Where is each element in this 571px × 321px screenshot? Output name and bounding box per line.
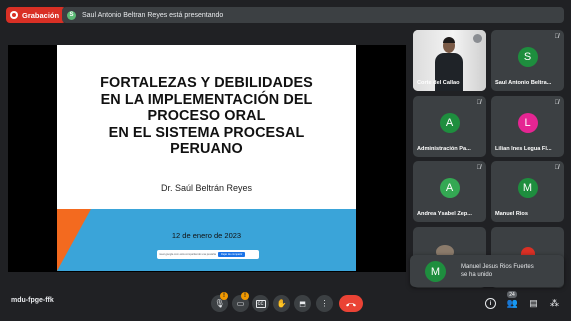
mic-toggle-button[interactable]: 🎙 ! (211, 292, 228, 312)
meeting-code[interactable]: mdu-fpge-ffk (11, 297, 54, 304)
participant-count: 24 (507, 291, 517, 298)
activities-icon: ⁂ (550, 298, 559, 308)
slide-orange-accent (57, 209, 91, 271)
participant-tile[interactable]: 🎙̸ M Manuel Rios (491, 161, 564, 222)
presentation-slide: FORTALEZAS Y DEBILIDADES EN LA IMPLEMENT… (57, 45, 356, 271)
mic-off-icon: 🎙̸ (476, 100, 482, 106)
participant-avatar: A (439, 113, 460, 133)
end-call-button[interactable] (339, 295, 363, 312)
meeting-details-button[interactable]: i (484, 297, 497, 310)
participant-avatar: M (517, 178, 538, 198)
stop-sharing-button[interactable]: Dejar de compartir (217, 252, 246, 257)
camera-toggle-button[interactable]: ▭ ! (232, 292, 249, 312)
activities-button[interactable]: ⁂ (548, 297, 561, 310)
present-icon: ⬒ (299, 300, 306, 308)
mic-off-icon: 🎙̸ (554, 100, 560, 106)
participant-name: Manuel Rios (495, 211, 528, 217)
participant-tile[interactable]: 🎙̸ L Lilian Ines Legua Fl... (491, 96, 564, 157)
slide-title: FORTALEZAS Y DEBILIDADES EN LA IMPLEMENT… (100, 75, 313, 157)
participant-name: Andrea Ysabel Zep... (417, 211, 472, 217)
notification-message: Manuel Jesus Rios Fuertes se ha unido (461, 264, 534, 278)
end-call-icon (346, 302, 356, 306)
participant-tile-video[interactable]: Corte del Callao (413, 30, 486, 91)
notification-avatar: M (425, 261, 446, 282)
mic-off-icon: 🎙̸ (554, 34, 560, 40)
warning-icon: ! (220, 292, 228, 300)
participant-avatar: S (517, 47, 538, 67)
participant-name: Administración Pa... (417, 146, 471, 152)
slide-date: 12 de enero de 2023 (171, 231, 242, 240)
camera-off-icon: ▭ (236, 299, 245, 308)
participant-tile[interactable]: 🎙̸ S Saul Antonio Beltra... (491, 30, 564, 91)
mic-off-icon: 🎙̸ (554, 165, 560, 171)
info-icon: i (485, 298, 496, 309)
recording-indicator[interactable]: Grabación (6, 7, 67, 23)
participant-tile[interactable]: 🎙̸ A Administración Pa... (413, 96, 486, 157)
participant-avatar: A (439, 178, 460, 198)
presenting-text: Saul Antonio Beltran Reyes está presenta… (82, 11, 224, 19)
participant-name: Corte del Callao (417, 80, 460, 86)
slide-author: Dr. Saúl Beltrán Reyes (160, 183, 253, 193)
presenter-avatar: S (67, 10, 76, 20)
captions-button[interactable]: cc (252, 295, 269, 312)
share-notice-text: meet.google.com está compartiendo una pe… (159, 253, 216, 256)
people-button[interactable]: 24 👥 (506, 291, 519, 310)
more-options-button[interactable]: ⋮ (316, 295, 333, 312)
presenting-bar: S Saul Antonio Beltran Reyes está presen… (62, 7, 564, 23)
participant-name: Lilian Ines Legua Fl... (495, 146, 552, 152)
raise-hand-icon: ✋ (276, 299, 287, 308)
join-notification: M Manuel Jesus Rios Fuertes se ha unido (410, 255, 564, 287)
slide-footer-band (57, 209, 356, 271)
chat-icon: ▤ (529, 298, 538, 308)
share-notice: meet.google.com está compartiendo una pe… (157, 250, 259, 259)
participant-avatar: L (517, 113, 538, 133)
raise-hand-button[interactable]: ✋ (273, 295, 290, 312)
chat-button[interactable]: ▤ (527, 297, 540, 310)
participant-tile[interactable]: 🎙̸ A Andrea Ysabel Zep... (413, 161, 486, 222)
people-icon: 👥 (506, 298, 519, 308)
mic-off-icon: 🎙̸ (476, 165, 482, 171)
more-options-icon: ⋮ (320, 299, 329, 308)
record-icon (10, 11, 18, 19)
warning-icon: ! (241, 292, 249, 300)
mic-level-icon (473, 34, 482, 43)
recording-label: Grabación (22, 10, 60, 20)
mic-off-icon: 🎙 (214, 299, 225, 308)
participant-name: Saul Antonio Beltra... (495, 80, 552, 86)
captions-icon: cc (255, 299, 266, 308)
present-now-button[interactable]: ⬒ (294, 295, 311, 312)
